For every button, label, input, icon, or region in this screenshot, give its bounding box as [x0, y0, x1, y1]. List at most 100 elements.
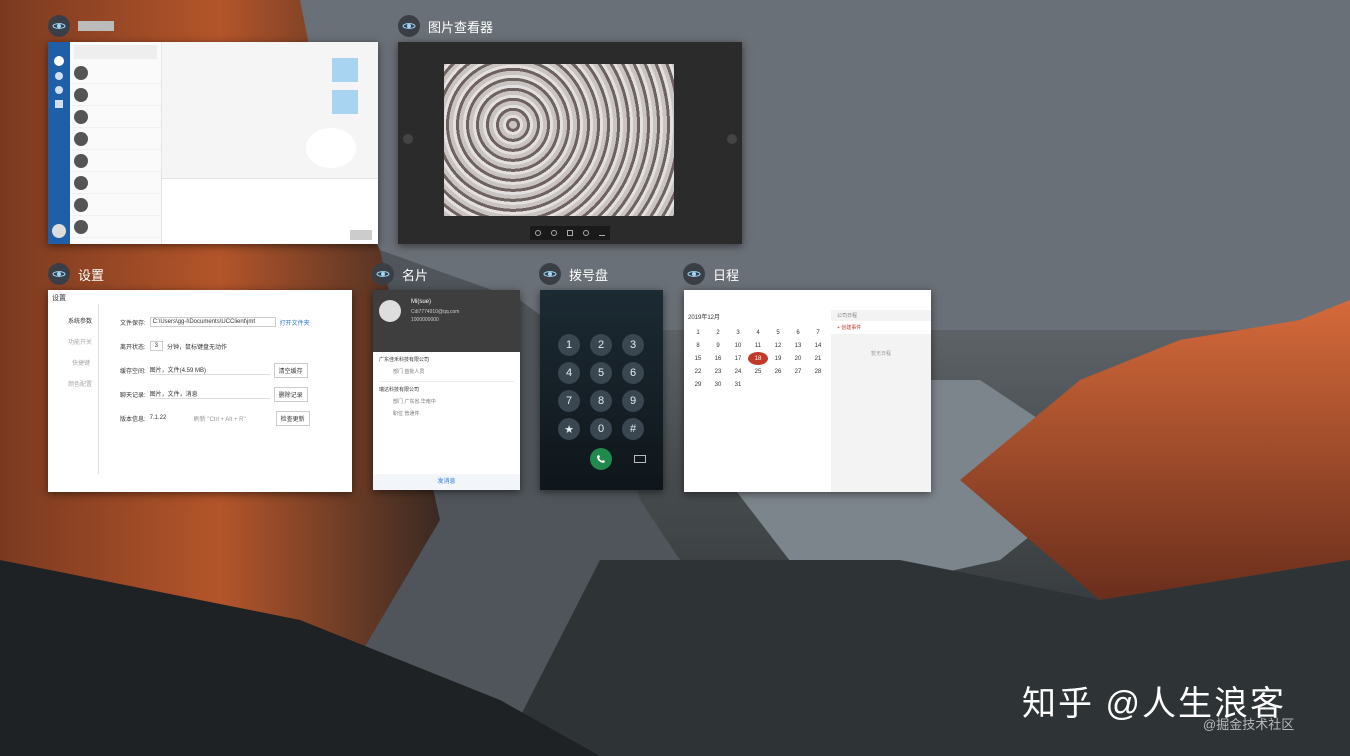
zoom-in-icon[interactable] [535, 230, 541, 236]
calendar-day[interactable]: 6 [788, 326, 808, 339]
calendar-day[interactable] [808, 378, 828, 391]
calendar-day[interactable]: 24 [728, 365, 748, 378]
calendar-day[interactable]: 17 [728, 352, 748, 365]
sticker [332, 58, 358, 82]
dial-key[interactable]: 5 [590, 362, 612, 384]
prev-icon[interactable] [403, 134, 413, 144]
calendar-day[interactable]: 20 [788, 352, 808, 365]
check-update-button[interactable]: 检查更新 [275, 410, 310, 426]
chat-icon[interactable] [54, 56, 64, 66]
calendar-day[interactable]: 7 [808, 326, 828, 339]
list-item[interactable] [70, 194, 161, 216]
calendar-day[interactable] [788, 378, 808, 391]
calendar-day[interactable]: 3 [728, 326, 748, 339]
idle-minutes-field[interactable]: 3 [149, 341, 164, 351]
calendar-day[interactable]: 4 [748, 326, 768, 339]
viewer-window-preview[interactable] [398, 42, 742, 244]
nav-item[interactable]: 颜色配置 [48, 367, 98, 388]
list-item[interactable] [70, 150, 161, 172]
dial-key[interactable]: 7 [558, 390, 580, 412]
calendar-day[interactable]: 14 [808, 339, 828, 352]
calendar-day[interactable]: 29 [688, 378, 708, 391]
zoom-out-icon[interactable] [551, 230, 557, 236]
create-event-button[interactable]: + 创建事件 [831, 321, 931, 334]
backspace-icon[interactable] [634, 455, 646, 463]
fit-icon[interactable] [567, 230, 573, 236]
calendar-day[interactable]: 27 [788, 365, 808, 378]
calendar-day[interactable]: 25 [748, 365, 768, 378]
dial-key[interactable]: 8 [590, 390, 612, 412]
calendar-day[interactable]: 10 [728, 339, 748, 352]
apps-icon[interactable] [55, 100, 63, 108]
calendar-window-label[interactable]: 日程 [683, 262, 739, 286]
rotate-icon[interactable] [583, 230, 589, 236]
nav-item[interactable]: 快捷键 [48, 346, 98, 367]
calendar-day[interactable] [768, 378, 788, 391]
call-button[interactable] [590, 448, 612, 470]
calendar-day[interactable]: 30 [708, 378, 728, 391]
chat-window-label[interactable] [48, 14, 114, 38]
calendar-day[interactable]: 13 [788, 339, 808, 352]
list-item[interactable] [70, 216, 161, 238]
dial-key[interactable]: 4 [558, 362, 580, 384]
dial-key[interactable]: # [622, 418, 644, 440]
calendar-day[interactable]: 5 [768, 326, 788, 339]
calendar-day[interactable]: 22 [688, 365, 708, 378]
contacts-icon[interactable] [55, 86, 63, 94]
dial-key[interactable]: 1 [558, 334, 580, 356]
calendar-day[interactable]: 8 [688, 339, 708, 352]
nav-item[interactable]: 功能开关 [48, 325, 98, 346]
dial-key[interactable]: 6 [622, 362, 644, 384]
dial-key[interactable]: 9 [622, 390, 644, 412]
list-item[interactable] [70, 128, 161, 150]
dial-key[interactable]: 2 [590, 334, 612, 356]
clear-cache-button[interactable]: 清空缓存 [273, 362, 308, 378]
dialer-window-preview[interactable]: 1 2 3 4 5 6 7 8 9 ★ 0 # [540, 290, 663, 490]
dial-key[interactable]: ★ [558, 418, 580, 440]
dial-keypad: 1 2 3 4 5 6 7 8 9 ★ 0 # [558, 334, 644, 440]
calendar-day[interactable]: 1 [688, 326, 708, 339]
calendar-day[interactable]: 31 [728, 378, 748, 391]
next-icon[interactable] [727, 134, 737, 144]
calendar-day[interactable]: 26 [768, 365, 788, 378]
electron-app-icon [683, 263, 705, 285]
calendar-day[interactable] [748, 378, 768, 391]
calendar-day[interactable]: 15 [688, 352, 708, 365]
avatar[interactable] [52, 224, 66, 238]
card-window-preview[interactable]: Mi(sue) Cdi7774910@qq.com 1000000000 广东佳… [373, 290, 520, 490]
calendar-month[interactable]: 2019年12月 [688, 312, 720, 321]
delete-history-button[interactable]: 删除记录 [273, 386, 308, 402]
download-icon[interactable] [599, 230, 605, 236]
dial-key[interactable]: 3 [622, 334, 644, 356]
send-button[interactable] [350, 230, 372, 240]
calendar-day[interactable]: 16 [708, 352, 728, 365]
send-message-button[interactable]: 发消息 [373, 474, 520, 490]
list-item[interactable] [70, 62, 161, 84]
list-item[interactable] [70, 172, 161, 194]
calendar-day[interactable]: 12 [768, 339, 788, 352]
card-window-label[interactable]: 名片 [372, 262, 428, 286]
open-folder-link[interactable]: 打开文件夹 [280, 318, 310, 327]
calendar-day[interactable]: 18 [748, 352, 768, 365]
dialer-window-label[interactable]: 拨号盘 [539, 262, 608, 286]
list-item[interactable] [70, 84, 161, 106]
list-item[interactable] [70, 106, 161, 128]
dial-key[interactable]: 0 [590, 418, 612, 440]
chat-window-preview[interactable] [48, 42, 378, 244]
settings-window-preview[interactable]: 设置 系统参数 功能开关 快捷键 颜色配置 文件保存: C:\Users\gg-… [48, 290, 352, 492]
search-input[interactable] [74, 45, 157, 59]
message-input[interactable] [162, 178, 378, 244]
viewer-window-label[interactable]: 图片查看器 [398, 14, 493, 38]
calendar-day[interactable]: 21 [808, 352, 828, 365]
folder-path-field[interactable]: C:\Users\gg-l\Documents\UCClient\jmt [149, 317, 276, 327]
calendar-day[interactable]: 19 [768, 352, 788, 365]
calendar-day[interactable]: 9 [708, 339, 728, 352]
calendar-day[interactable]: 28 [808, 365, 828, 378]
calendar-day[interactable]: 23 [708, 365, 728, 378]
phone-icon[interactable] [55, 72, 63, 80]
calendar-window-preview[interactable]: 2019年12月 1 2 3 4 5 6 7 8 9 10 11 12 13 14 15 16 17 18 19 20… [684, 290, 931, 492]
settings-window-label[interactable]: 设置 [48, 262, 104, 286]
nav-item[interactable]: 系统参数 [48, 304, 98, 325]
calendar-day[interactable]: 11 [748, 339, 768, 352]
calendar-day[interactable]: 2 [708, 326, 728, 339]
